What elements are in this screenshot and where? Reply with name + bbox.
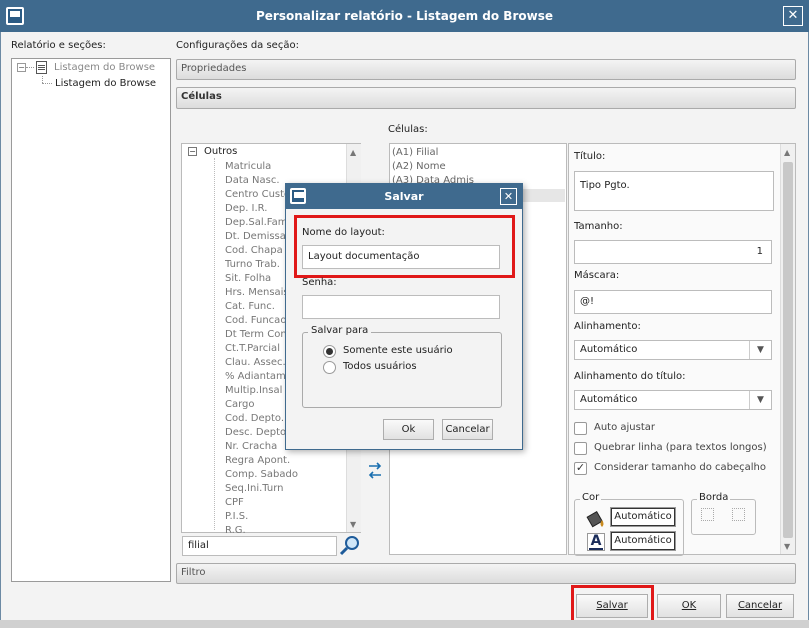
properties-scrollbar[interactable]: ▲ ▼: [780, 144, 795, 554]
cell-properties-panel: Título: Tipo Pgto. Tamanho: 1 Máscara: @…: [568, 143, 796, 556]
cell-item[interactable]: (A2) Nome: [392, 161, 446, 172]
somente-usuario-label: Somente este usuário: [343, 345, 453, 356]
field-item[interactable]: Matricula: [225, 160, 345, 174]
field-search-input[interactable]: filial: [182, 536, 337, 556]
cor-label: Cor: [580, 492, 602, 503]
field-item[interactable]: P.I.S.: [225, 510, 345, 524]
filtro-bar[interactable]: Filtro: [176, 563, 796, 584]
tree-connector: [214, 158, 215, 530]
cell-item[interactable]: (A1) Filial: [392, 147, 438, 158]
dialog-titlebar: Salvar ✕: [286, 184, 522, 209]
cancelar-label: Cancelar: [737, 600, 783, 611]
tree-root-item[interactable]: Listagem do Browse: [54, 62, 155, 73]
chevron-down-icon[interactable]: ▼: [749, 341, 771, 359]
alinhamento-titulo-select[interactable]: Automático ▼: [574, 390, 772, 410]
field-item[interactable]: Comp. Sabado: [225, 468, 345, 482]
swap-arrows-icon[interactable]: [367, 460, 383, 482]
close-icon[interactable]: ✕: [783, 6, 803, 26]
highlight-box: [571, 585, 654, 624]
todos-usuarios-label: Todos usuários: [343, 361, 417, 372]
paint-bucket-icon[interactable]: [586, 508, 608, 530]
sections-tree: − Listagem do Browse Listagem do Browse: [11, 58, 171, 582]
collapse-icon[interactable]: −: [17, 63, 26, 72]
ok-label: OK: [681, 600, 697, 611]
close-icon[interactable]: ✕: [500, 188, 517, 205]
tree-connector: [42, 83, 52, 84]
scroll-up-icon[interactable]: ▲: [350, 148, 356, 157]
search-icon[interactable]: [339, 534, 361, 556]
alinhamento-titulo-value: Automático: [580, 394, 638, 405]
mascara-input[interactable]: @!: [574, 290, 772, 314]
cancelar-button[interactable]: Cancelar: [726, 594, 794, 618]
cor-texto-value[interactable]: Automático: [610, 531, 676, 551]
window-titlebar: Personalizar relatório - Listagem do Bro…: [0, 0, 809, 32]
senha-input[interactable]: [302, 295, 500, 319]
somente-usuario-radio[interactable]: [323, 345, 336, 358]
tamanho-input[interactable]: 1: [574, 240, 772, 264]
considerar-checkbox[interactable]: ✓: [574, 462, 587, 475]
scroll-up-icon[interactable]: ▲: [784, 148, 790, 157]
field-item[interactable]: Regra Apont.: [225, 454, 345, 468]
chevron-down-icon[interactable]: ▼: [749, 391, 771, 409]
celulas-bar[interactable]: Células: [176, 87, 796, 109]
alinhamento-select[interactable]: Automático ▼: [574, 340, 772, 360]
field-item[interactable]: CPF: [225, 496, 345, 510]
alinhamento-label: Alinhamento:: [574, 321, 641, 332]
sections-label: Relatório e seções:: [11, 40, 106, 51]
salvar-para-label: Salvar para: [308, 325, 372, 336]
ok-button[interactable]: OK: [657, 594, 721, 618]
mascara-label: Máscara:: [574, 270, 620, 281]
config-label: Configurações da seção:: [176, 40, 299, 51]
auto-ajustar-checkbox[interactable]: [574, 422, 587, 435]
status-strip: [0, 620, 809, 628]
tree-connector: [42, 76, 43, 83]
salvar-dialog: Salvar ✕ Nome do layout: Layout document…: [285, 183, 523, 450]
cells-label: Células:: [388, 124, 428, 135]
propriedades-bar[interactable]: Propriedades: [176, 59, 796, 80]
border-none-icon[interactable]: [701, 508, 714, 521]
font-color-icon[interactable]: A: [587, 533, 605, 551]
alinhamento-titulo-label: Alinhamento do título:: [574, 371, 686, 382]
considerar-label: Considerar tamanho do cabeçalho: [594, 462, 766, 473]
tree-child-item[interactable]: Listagem do Browse: [55, 78, 156, 89]
border-all-icon[interactable]: [732, 508, 745, 521]
tamanho-label: Tamanho:: [574, 221, 623, 232]
borda-label: Borda: [697, 492, 731, 503]
dialog-title: Salvar: [384, 190, 424, 203]
highlight-box: [294, 215, 515, 278]
alinhamento-value: Automático: [580, 344, 638, 355]
document-icon: [36, 61, 47, 74]
collapse-icon[interactable]: −: [188, 147, 197, 156]
titulo-label: Título:: [574, 151, 606, 162]
cor-fundo-value[interactable]: Automático: [610, 507, 676, 527]
fields-group-label: Outros: [204, 146, 238, 157]
auto-ajustar-label: Auto ajustar: [594, 422, 656, 433]
quebrar-linha-label: Quebrar linha (para textos longos): [594, 442, 767, 453]
field-item[interactable]: Seq.Ini.Turn: [225, 482, 345, 496]
scroll-thumb[interactable]: [783, 162, 793, 538]
senha-label: Senha:: [302, 277, 337, 288]
field-item[interactable]: R.G.: [225, 524, 345, 534]
dialog-ok-button[interactable]: Ok: [383, 419, 434, 440]
quebrar-linha-checkbox[interactable]: [574, 442, 587, 455]
titulo-input[interactable]: Tipo Pgto.: [574, 171, 774, 211]
window-title: Personalizar relatório - Listagem do Bro…: [256, 9, 553, 23]
scroll-down-icon[interactable]: ▼: [784, 542, 790, 551]
dialog-cancelar-button[interactable]: Cancelar: [442, 419, 493, 440]
todos-usuarios-radio[interactable]: [323, 361, 336, 374]
tree-connector: [26, 67, 34, 68]
scroll-down-icon[interactable]: ▼: [350, 520, 356, 529]
